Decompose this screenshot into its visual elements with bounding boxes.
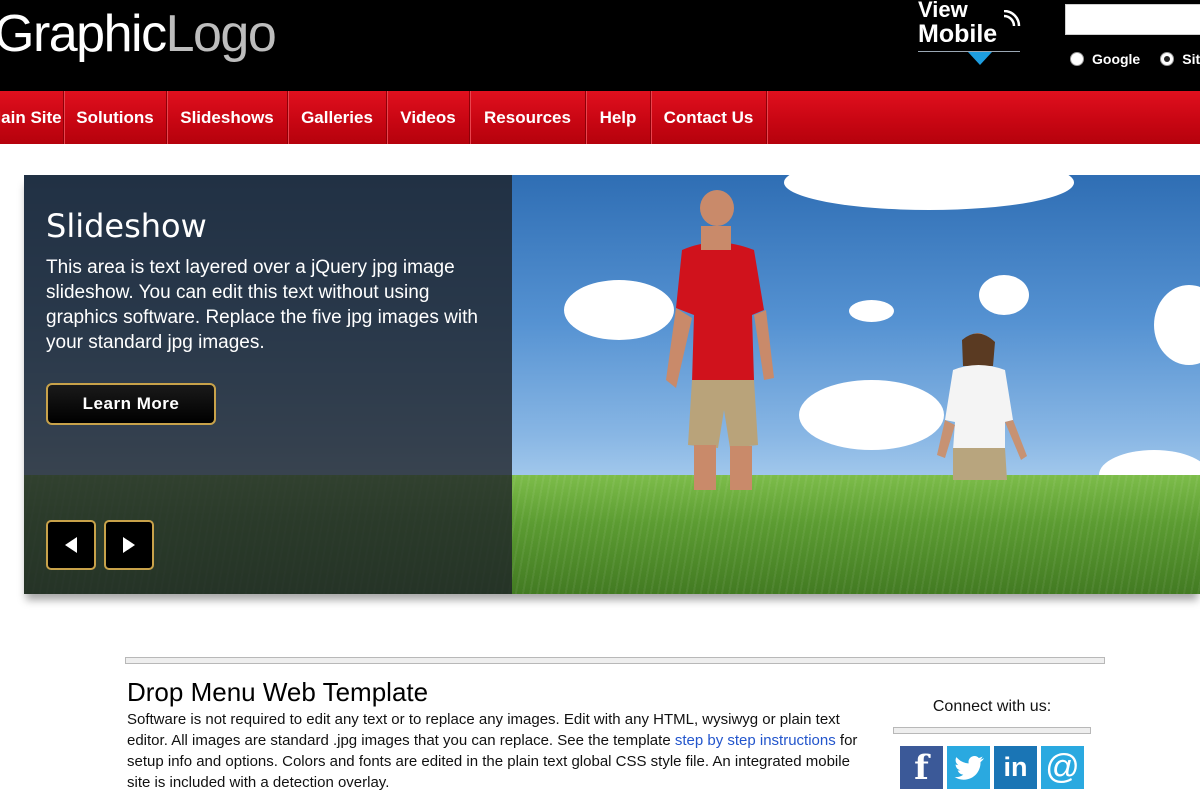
nav-item-label: Resources: [484, 107, 571, 127]
cloud: [799, 380, 944, 450]
view-mobile-link[interactable]: View Mobile: [916, 0, 1022, 66]
cloud: [849, 300, 894, 322]
nav-item-resources[interactable]: Resources: [470, 91, 586, 144]
slide-description: This area is text layered over a jQuery …: [46, 257, 478, 353]
twitter-bird-icon: [954, 755, 984, 780]
nav-item-contact-us[interactable]: Contact Us: [651, 91, 767, 144]
linkedin-glyph: in: [1003, 752, 1028, 782]
down-arrow-icon: [968, 52, 992, 65]
nav-item-videos[interactable]: Videos: [387, 91, 470, 144]
email-icon[interactable]: @: [1041, 746, 1084, 789]
facebook-icon[interactable]: f: [900, 746, 943, 789]
nav-item-label: Help: [599, 107, 637, 127]
nav-item-slideshows[interactable]: Slideshows: [167, 91, 288, 144]
play-left-icon: [65, 537, 77, 553]
play-right-icon: [123, 537, 135, 553]
main-nav: Main Site Solutions Slideshows Galleries…: [0, 91, 1200, 144]
search-scope: Google Site: [1070, 49, 1200, 69]
view-mobile-line1: View: [918, 0, 968, 22]
radio-site[interactable]: [1160, 52, 1175, 66]
radio-google-label: Google: [1092, 51, 1141, 67]
content-title: Drop Menu Web Template: [127, 677, 429, 707]
instructions-link[interactable]: step by step instructions: [675, 732, 836, 749]
site-logo[interactable]: GraphicLogo: [0, 4, 277, 64]
facebook-glyph: f: [914, 747, 929, 788]
email-glyph: @: [1045, 748, 1080, 786]
nav-item-label: Slideshows: [180, 107, 274, 127]
linkedin-icon[interactable]: in: [994, 746, 1037, 789]
connect-label: Connect with us:: [932, 698, 1052, 715]
hero-slideshow: Slideshow This area is text layered over…: [24, 175, 1200, 594]
nav-item-label: Videos: [400, 107, 456, 127]
logo-word-logo: Logo: [165, 5, 277, 63]
cloud: [784, 175, 1074, 210]
content-divider: [125, 657, 1105, 664]
nav-item-label: Contact Us: [663, 107, 754, 127]
view-mobile-line2: Mobile: [918, 20, 998, 48]
search-input[interactable]: [1065, 4, 1200, 35]
nav-item-main-site[interactable]: Main Site: [0, 91, 64, 144]
radio-site-label: Site: [1182, 51, 1200, 67]
connect-divider: [893, 727, 1091, 734]
learn-more-button[interactable]: Learn More: [46, 383, 216, 425]
content-paragraph: Software is not required to edit any tex…: [127, 709, 862, 793]
cloud: [979, 275, 1029, 315]
woman-figure: [937, 333, 1027, 480]
nav-item-solutions[interactable]: Solutions: [64, 91, 167, 144]
nav-item-label: Main Site: [0, 107, 62, 127]
man-figure: [666, 190, 774, 490]
nav-item-label: Solutions: [76, 107, 154, 127]
prev-slide-button[interactable]: [46, 520, 96, 570]
wifi-icon: [1003, 10, 1021, 27]
site-header: GraphicLogo View Mobile Google Site: [0, 0, 1200, 91]
twitter-icon[interactable]: [947, 746, 990, 789]
nav-item-help[interactable]: Help: [586, 91, 651, 144]
slide-text-overlay: Slideshow This area is text layered over…: [24, 175, 512, 594]
slide-title: Slideshow: [46, 207, 207, 245]
nav-item-galleries[interactable]: Galleries: [288, 91, 387, 144]
next-slide-button[interactable]: [104, 520, 154, 570]
radio-google[interactable]: [1070, 52, 1084, 66]
cloud: [1154, 285, 1200, 365]
logo-word-graphic: Graphic: [0, 5, 167, 63]
nav-item-label: Galleries: [301, 107, 373, 127]
